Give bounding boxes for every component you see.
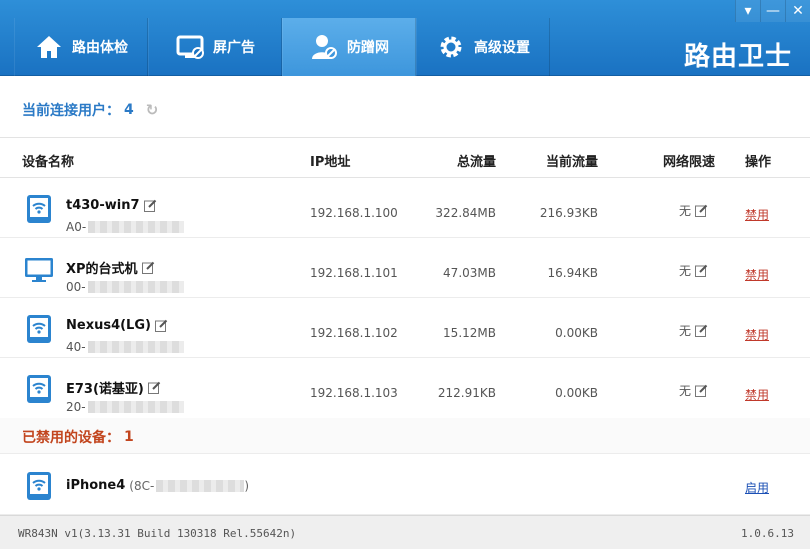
device-mac: 20- <box>66 400 184 414</box>
mac-redacted <box>87 341 184 353</box>
device-mac: 40- <box>66 340 184 354</box>
col-device: 设备名称 <box>22 155 75 170</box>
edit-icon[interactable] <box>141 261 155 274</box>
device-total: 322.84MB <box>435 206 496 220</box>
gear-icon <box>440 36 462 58</box>
tab-bar: 路由体检 屏广告 防蹭网 高级设置 <box>14 18 550 76</box>
device-ip: 192.168.1.103 <box>310 386 398 400</box>
tab-router-check[interactable]: 路由体检 <box>14 18 148 76</box>
table-row: XP的台式机 00- 192.168.1.101 47.03MB 16.94KB… <box>0 238 810 298</box>
enable-button[interactable]: 启用 <box>745 479 769 496</box>
device-limit: 无 <box>679 202 708 219</box>
blocked-label: 已禁用的设备： <box>22 430 120 446</box>
blocked-count: 1 <box>124 429 134 445</box>
device-limit: 无 <box>679 322 708 339</box>
home-icon <box>37 36 61 58</box>
status-bar: WR843N v1(3.13.31 Build 130318 Rel.55642… <box>0 515 810 549</box>
brand-logo: 路由卫士 <box>683 42 792 72</box>
device-limit: 无 <box>679 262 708 279</box>
menu-button[interactable]: ▾ <box>735 0 760 22</box>
top-bar: 路由体检 屏广告 防蹭网 高级设置 ▾ — ✕ 路由卫士 <box>0 0 810 76</box>
disable-button[interactable]: 禁用 <box>745 386 769 403</box>
device-name: t430-win7 <box>66 198 157 213</box>
tab-advanced-settings[interactable]: 高级设置 <box>416 18 550 76</box>
col-total: 总流量 <box>456 155 496 170</box>
edit-icon[interactable] <box>695 264 708 277</box>
blocked-device-name: iPhone4 (8C-) <box>66 478 250 493</box>
user-shield-icon <box>312 35 337 59</box>
tab-anti-leech[interactable]: 防蹭网 <box>282 18 416 76</box>
mac-redacted <box>87 281 184 293</box>
disable-button[interactable]: 禁用 <box>745 266 769 283</box>
mac-redacted <box>88 221 185 233</box>
tab-label: 高级设置 <box>474 40 530 56</box>
refresh-icon[interactable]: ↻ <box>146 101 159 119</box>
table-row: t430-win7 A0- 192.168.1.100 322.84MB 216… <box>0 178 810 238</box>
connected-users-heading: 当前连接用户： 4 ↻ <box>22 100 158 120</box>
blocked-devices-heading: 已禁用的设备： 1 <box>22 427 134 447</box>
device-name: Nexus4(LG) <box>66 318 168 333</box>
close-button[interactable]: ✕ <box>785 0 810 22</box>
mac-redacted <box>156 479 245 492</box>
blocked-device-mac: (8C-) <box>129 478 250 493</box>
blocked-row: iPhone4 (8C-) 启用 <box>0 455 810 515</box>
device-ip: 192.168.1.100 <box>310 206 398 220</box>
tablet-wifi-icon <box>27 315 51 343</box>
mac-redacted <box>87 401 184 413</box>
device-current: 0.00KB <box>555 386 598 400</box>
app-version: 1.0.6.13 <box>741 527 794 540</box>
device-mac: 00- <box>66 280 184 294</box>
edit-icon[interactable] <box>695 204 708 217</box>
device-total: 47.03MB <box>443 266 496 280</box>
device-mac: A0- <box>66 220 185 234</box>
table-row: E73(诺基亚) 20- 192.168.1.103 212.91KB 0.00… <box>0 358 810 418</box>
disable-button[interactable]: 禁用 <box>745 206 769 223</box>
col-limit: 网络限速 <box>663 155 716 170</box>
col-action: 操作 <box>745 155 772 170</box>
tab-label: 屏广告 <box>213 40 255 56</box>
table-row: Nexus4(LG) 40- 192.168.1.102 15.12MB 0.0… <box>0 298 810 358</box>
edit-icon[interactable] <box>695 324 708 337</box>
firmware-version: WR843N v1(3.13.31 Build 130318 Rel.55642… <box>18 527 297 540</box>
device-name: XP的台式机 <box>66 258 155 277</box>
device-current: 16.94KB <box>547 266 598 280</box>
window-controls: ▾ — ✕ <box>735 0 810 22</box>
tab-label: 路由体检 <box>72 40 128 56</box>
tablet-wifi-icon <box>27 472 51 500</box>
device-limit: 无 <box>679 382 708 399</box>
device-current: 0.00KB <box>555 326 598 340</box>
minimize-button[interactable]: — <box>760 0 785 22</box>
col-ip: IP地址 <box>310 155 351 170</box>
device-ip: 192.168.1.101 <box>310 266 398 280</box>
tab-ad-block[interactable]: 屏广告 <box>148 18 282 76</box>
device-name: E73(诺基亚) <box>66 378 161 397</box>
tab-label: 防蹭网 <box>347 40 389 56</box>
desktop-icon <box>25 258 53 282</box>
table-header: 设备名称 IP地址 总流量 当前流量 网络限速 操作 <box>0 137 810 178</box>
monitor-block-icon <box>176 35 204 59</box>
device-current: 216.93KB <box>539 206 598 220</box>
tablet-wifi-icon <box>27 375 51 403</box>
connected-label: 当前连接用户： <box>22 103 120 119</box>
edit-icon[interactable] <box>147 381 161 394</box>
edit-icon[interactable] <box>695 384 708 397</box>
tablet-wifi-icon <box>27 195 51 223</box>
device-total: 212.91KB <box>437 386 496 400</box>
disable-button[interactable]: 禁用 <box>745 326 769 343</box>
col-current: 当前流量 <box>545 155 598 170</box>
edit-icon[interactable] <box>143 199 157 212</box>
device-total: 15.12MB <box>443 326 496 340</box>
connected-count: 4 <box>124 102 134 118</box>
device-ip: 192.168.1.102 <box>310 326 398 340</box>
edit-icon[interactable] <box>154 319 168 332</box>
